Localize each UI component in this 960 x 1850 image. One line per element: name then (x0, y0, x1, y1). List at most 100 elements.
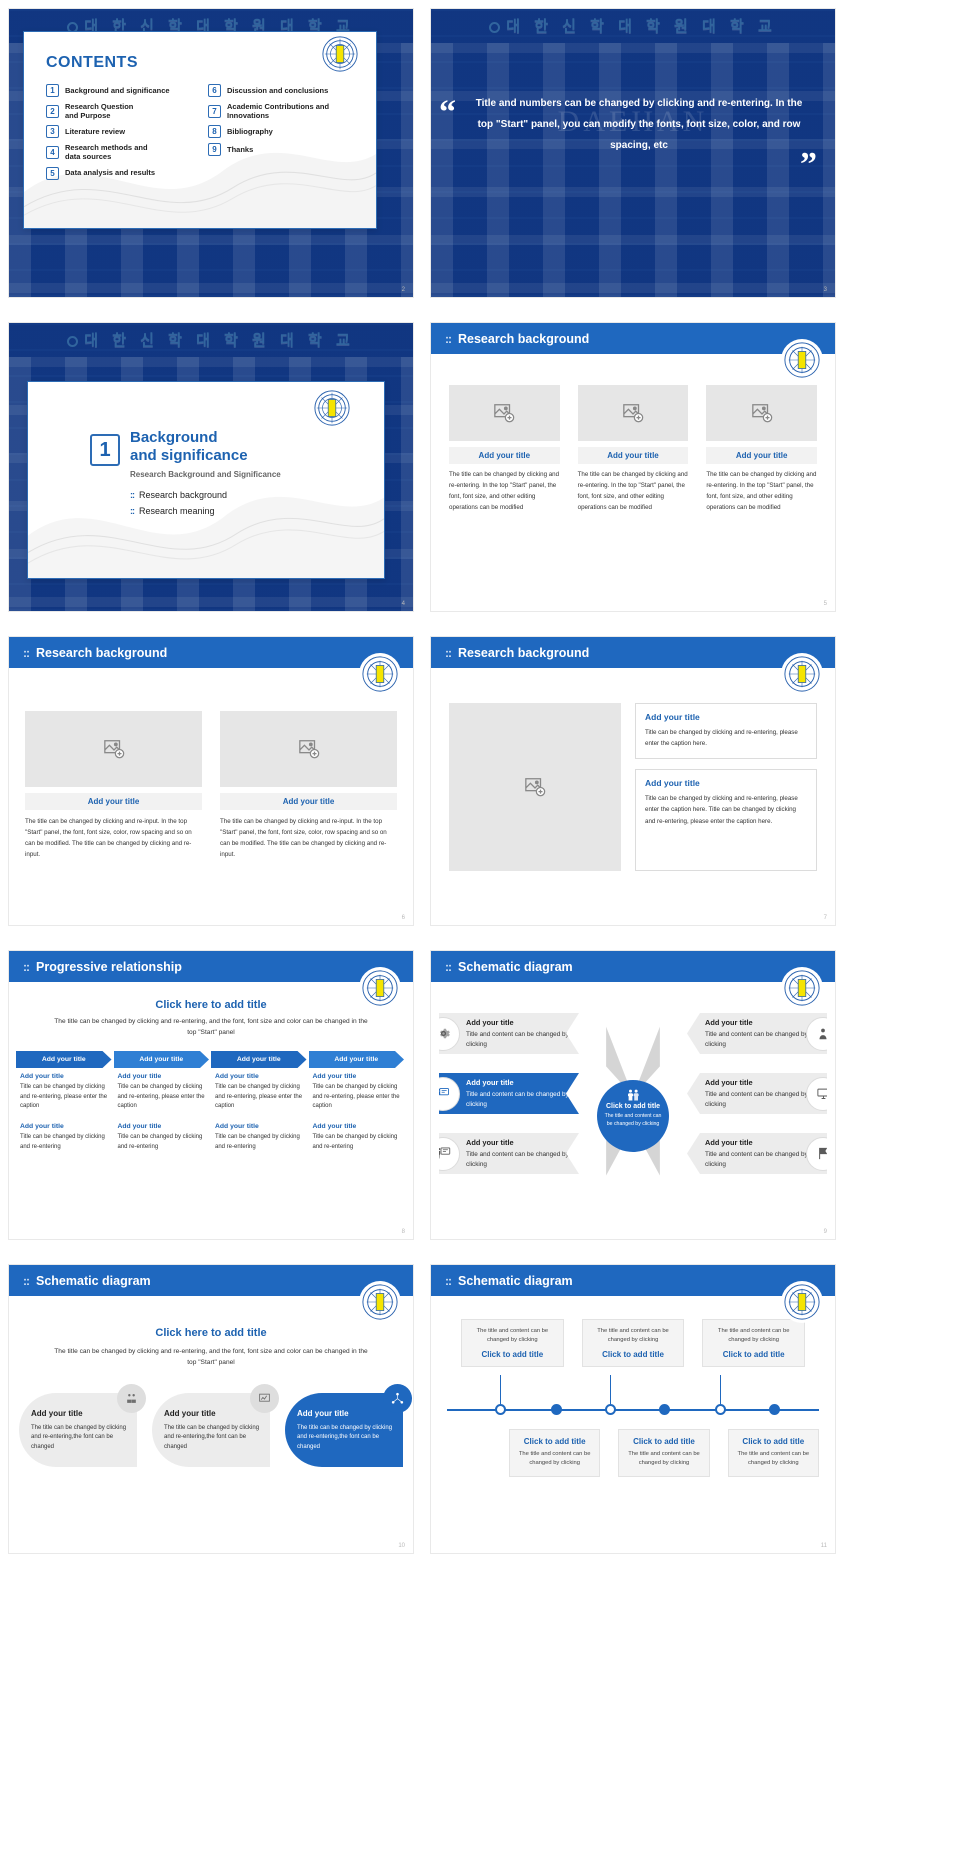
timeline-card[interactable]: The title and content can be changed by … (702, 1319, 806, 1367)
card-body: The title can be changed by clicking and… (25, 818, 192, 858)
page-number: 11 (820, 1543, 827, 1549)
toc-item[interactable]: 6 Discussion and conclusions (208, 84, 362, 97)
hub-node-left[interactable]: Add your title Title and content can be … (439, 1013, 579, 1054)
image-card[interactable]: Add your title The title can be changed … (449, 385, 560, 513)
column-cell[interactable]: Add your title Title can be changed by cl… (114, 1073, 210, 1112)
slide-schematic-hub[interactable]: :: Schematic diagram Add your title Titl… (430, 950, 836, 1240)
circle-card[interactable]: Add your title The title can be changed … (19, 1384, 146, 1467)
card-caption[interactable]: Add your title (706, 447, 817, 464)
card-caption[interactable]: Add your title (577, 447, 689, 464)
card-caption[interactable]: Add your title (449, 447, 560, 464)
arrow-header[interactable]: Add your title (114, 1051, 210, 1068)
toc-item[interactable]: 1 Background and significance (46, 84, 200, 97)
toc-item[interactable]: 2 Research Question and Purpose (46, 102, 200, 120)
slide-research-background-two-up[interactable]: :: Research background Add your title Th… (8, 636, 414, 926)
slide-quote[interactable]: 대 한 신 학 대 학 원 대 학 교 DAEHAN “ Title and n… (430, 8, 836, 298)
image-card[interactable]: Add your title The title can be changed … (220, 711, 397, 860)
circle-card[interactable]: Add your title The title can be changed … (152, 1384, 279, 1467)
column-cell[interactable]: Add your title Title can be changed by cl… (211, 1073, 307, 1112)
image-card[interactable]: Add your title The title can be changed … (25, 711, 202, 860)
quote-block[interactable]: “ Title and numbers can be changed by cl… (439, 93, 817, 182)
circle-card[interactable]: Add your title The title can be changed … (285, 1384, 412, 1467)
text-box-body: Title can be changed by clicking and re-… (645, 729, 798, 748)
bullet-item[interactable]: :: Research background (130, 490, 227, 500)
cell-body: Title can be changed by clicking and re-… (312, 1084, 400, 1110)
column-cell[interactable]: Add your title Title can be changed by cl… (16, 1123, 112, 1152)
column-cell[interactable]: Add your title Title can be changed by cl… (211, 1123, 307, 1152)
slide-contents[interactable]: 대 한 신 학 대 학 원 대 학 교 CONTENTS 1 Background… (8, 8, 414, 298)
timeline-dot[interactable] (495, 1404, 506, 1415)
timeline-dot[interactable] (715, 1404, 726, 1415)
double-colon-icon: :: (445, 331, 452, 346)
center-title[interactable]: Click here to add title (9, 1327, 413, 1339)
node-title: Add your title (466, 1078, 514, 1088)
text-box[interactable]: Add your title Title can be changed by c… (635, 768, 817, 871)
card-caption[interactable]: Add your title (25, 793, 202, 810)
hub-node-right[interactable]: Add your title Title and content can be … (687, 1013, 827, 1054)
slide-title: Progressive relationship (36, 959, 182, 974)
arrow-header[interactable]: Add your title (211, 1051, 307, 1068)
timeline-dot[interactable] (551, 1404, 562, 1415)
card-caption[interactable]: Add your title (220, 793, 397, 810)
timeline-card[interactable]: The title and content can be changed by … (461, 1319, 564, 1367)
timeline-stem (500, 1375, 501, 1404)
quote-close-icon: ” (800, 146, 817, 183)
column-cell[interactable]: Add your title Title can be changed by cl… (309, 1073, 405, 1112)
hub-node-right[interactable]: Add your title Title and content can be … (687, 1133, 827, 1174)
toc-item[interactable]: 3 Literature review (46, 125, 200, 139)
center-subtitle: The title can be changed by clicking and… (54, 1348, 368, 1366)
slide-schematic-timeline[interactable]: :: Schematic diagram The title and conte… (430, 1264, 836, 1554)
university-emblem (359, 653, 401, 695)
timeline-dot[interactable] (659, 1404, 670, 1415)
timeline-dot[interactable] (605, 1404, 616, 1415)
timeline-card[interactable]: The title and content can be changed by … (581, 1319, 685, 1367)
bullet-item[interactable]: :: Research meaning (130, 506, 227, 516)
hub-center[interactable]: Click to add title The title and content… (597, 1079, 669, 1152)
toc-item[interactable]: 8 Bibliography (208, 125, 362, 139)
chart-icon (250, 1384, 279, 1413)
card-title: Click to add title (633, 1437, 695, 1446)
arrow-header[interactable]: Add your title (309, 1051, 405, 1068)
image-placeholder[interactable] (706, 385, 817, 441)
image-placeholder[interactable] (220, 711, 397, 787)
card-body: The title can be changed by clicking and… (449, 471, 560, 511)
slide-title: Schematic diagram (458, 959, 573, 974)
toc-number: 5 (46, 166, 59, 180)
column-cell[interactable]: Add your title Title can be changed by cl… (16, 1073, 112, 1112)
card-body: The title and content can be changed by … (518, 1451, 591, 1467)
hub-node-left[interactable]: Add your title Title and content can be … (439, 1073, 579, 1114)
timeline-card[interactable]: Click to add title The title and content… (618, 1429, 710, 1477)
text-box[interactable]: Add your title Title can be changed by c… (635, 703, 817, 759)
slide-title: Research background (458, 331, 590, 346)
image-card[interactable]: Add your title The title can be changed … (577, 385, 689, 513)
slide-research-background-side[interactable]: :: Research background Add your title Ti… (430, 636, 836, 926)
arrow-header[interactable]: Add your title (16, 1051, 112, 1068)
toc-label: Academic Contributions and Innovations (227, 102, 330, 121)
double-colon-icon: :: (445, 645, 452, 660)
timeline-stem (610, 1375, 611, 1404)
node-title: Add your title (466, 1018, 514, 1028)
timeline-dot[interactable] (769, 1404, 780, 1415)
slide-chapter-background[interactable]: 대 한 신 학 대 학 원 대 학 교 1 Background and sig… (8, 322, 414, 612)
column-cell[interactable]: Add your title Title can be changed by cl… (309, 1123, 405, 1152)
column-cell[interactable]: Add your title Title can be changed by cl… (114, 1123, 210, 1152)
image-card[interactable]: Add your title The title can be changed … (706, 385, 817, 513)
toc-item[interactable]: 7 Academic Contributions and Innovations (208, 102, 362, 120)
toc-item[interactable]: 5 Data analysis and results (46, 166, 200, 180)
hub-node-right[interactable]: Add your title Title and content can be … (687, 1073, 827, 1114)
image-placeholder[interactable] (577, 385, 689, 441)
image-placeholder[interactable] (449, 703, 621, 871)
toc-number: 8 (208, 125, 221, 139)
image-placeholder[interactable] (449, 385, 560, 441)
center-title[interactable]: Click here to add title (9, 999, 413, 1011)
page-number: 8 (401, 1229, 405, 1235)
hub-node-left[interactable]: Add your title Title and content can be … (439, 1133, 579, 1174)
toc-item[interactable]: 4 Research methods and data sources (46, 143, 200, 161)
slide-research-background-three-up[interactable]: :: Research background Add your title Th… (430, 322, 836, 612)
slide-schematic-circles[interactable]: :: Schematic diagram Click here to add t… (8, 1264, 414, 1554)
timeline-card[interactable]: Click to add title The title and content… (509, 1429, 601, 1477)
timeline-card[interactable]: Click to add title The title and content… (727, 1429, 819, 1477)
toc-item[interactable]: 9 Thanks (208, 143, 362, 157)
image-placeholder[interactable] (25, 711, 202, 787)
slide-progressive-relationship[interactable]: :: Progressive relationship Click here t… (8, 950, 414, 1240)
